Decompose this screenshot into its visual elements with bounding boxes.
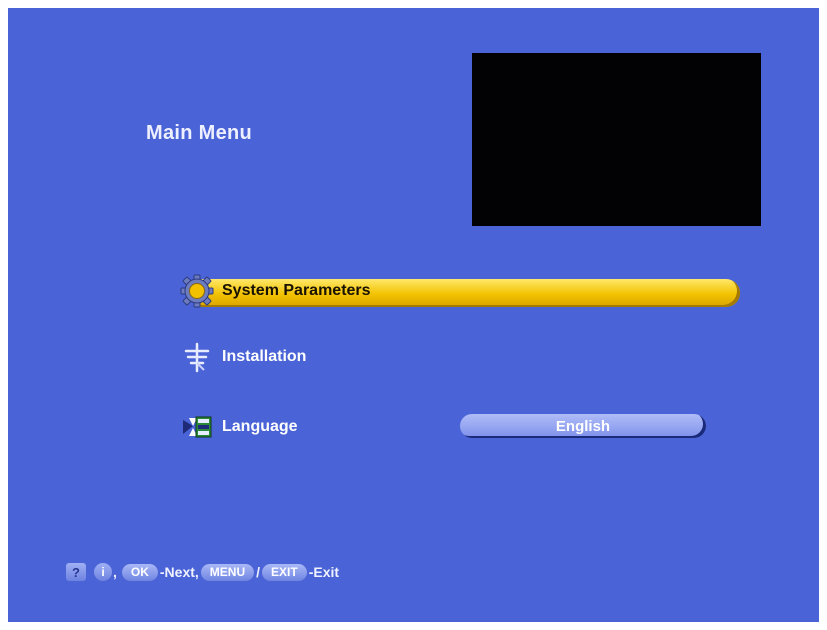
- menu-item-label: Installation: [222, 348, 307, 365]
- gear-icon: [178, 274, 216, 308]
- menu-key-badge: MENU: [200, 563, 255, 581]
- info-key-icon: i: [94, 563, 112, 581]
- exit-hint-text: -Exit: [308, 564, 340, 580]
- main-menu-screen: Main Menu System Parameters Installation…: [8, 8, 819, 622]
- help-key-icon: ?: [66, 563, 86, 581]
- language-icon: [178, 410, 216, 444]
- footer-slash: /: [256, 564, 261, 580]
- page-title: Main Menu: [146, 122, 253, 144]
- menu-item-installation[interactable]: Installation: [178, 340, 307, 374]
- ok-key-badge: OK: [121, 563, 158, 581]
- footer-separator: ,: [113, 564, 117, 580]
- menu-item-label: Language: [222, 418, 298, 435]
- next-hint-text: -Next,: [159, 564, 199, 580]
- exit-key-badge: EXIT: [262, 563, 307, 581]
- menu-item-system-parameters[interactable]: System Parameters: [178, 274, 742, 308]
- antenna-icon: [178, 340, 216, 374]
- footer-help-bar: ? i , OK -Next, MENU / EXIT -Exit: [66, 561, 339, 583]
- language-value-selector[interactable]: English: [460, 414, 706, 438]
- menu-item-language[interactable]: Language: [178, 412, 298, 442]
- video-preview: [472, 53, 761, 226]
- menu-item-label: System Parameters: [222, 282, 371, 299]
